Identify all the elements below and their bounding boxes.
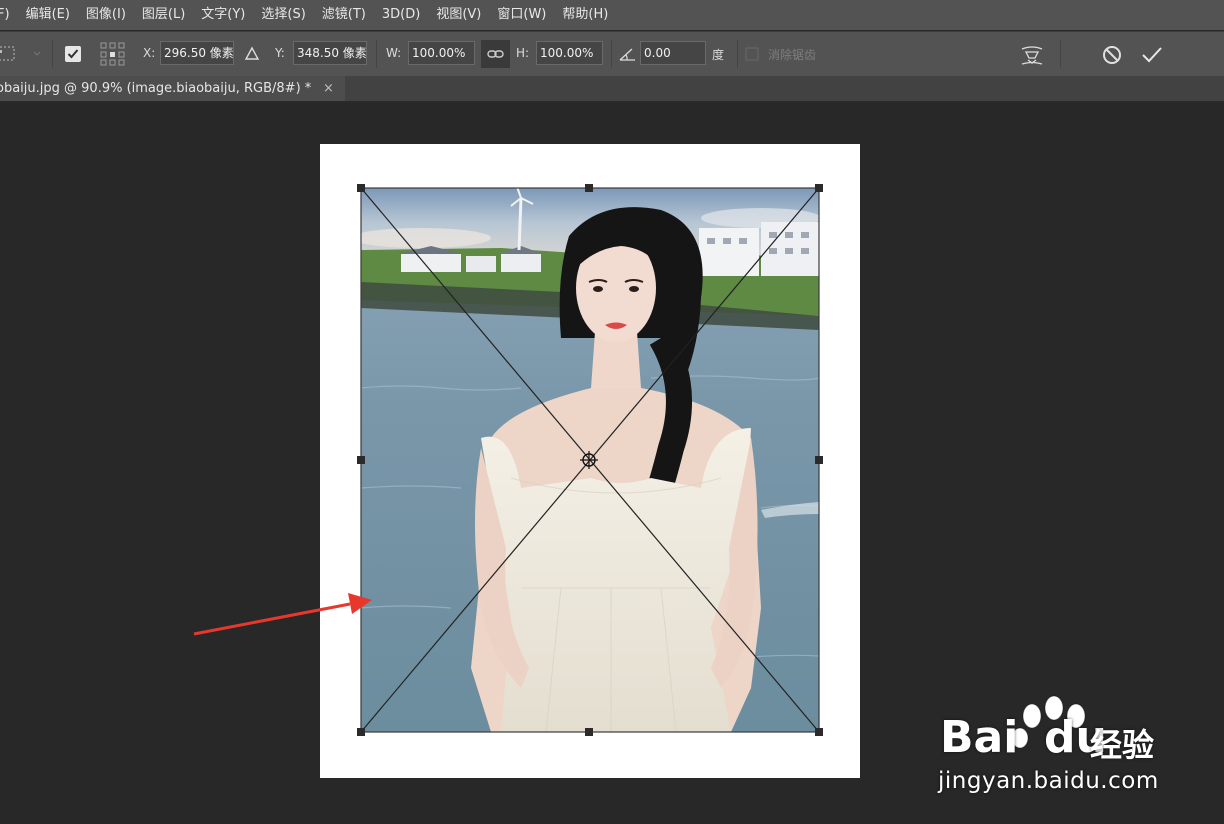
y-position-field[interactable]: 348.50 像素 <box>293 41 367 65</box>
photo-layer[interactable] <box>361 188 819 732</box>
watermark-bai: Bai <box>940 712 1019 763</box>
w-label: W: <box>386 46 402 60</box>
options-bar: X: 296.50 像素 Y: 348.50 像素 W: 100.00% H: … <box>0 31 1224 77</box>
menu-bar: F) 编辑(E) 图像(I) 图层(L) 文字(Y) 选择(S) 滤镜(T) 3… <box>0 0 1224 30</box>
angle-unit-label: 度 <box>712 48 725 62</box>
cancel-transform-icon[interactable] <box>1101 44 1123 66</box>
watermark-jingyan: 经验 <box>1090 726 1155 764</box>
commit-transform-icon[interactable] <box>1140 44 1164 66</box>
delta-icon[interactable] <box>244 46 260 62</box>
antialias-checkbox[interactable] <box>745 47 759 61</box>
reference-point-grid-icon[interactable] <box>100 42 126 66</box>
menu-help[interactable]: 帮助(H) <box>554 0 616 30</box>
width-field[interactable]: 100.00% <box>408 41 475 65</box>
close-tab-icon[interactable]: × <box>323 76 334 101</box>
document-tab-title: obaiju.jpg @ 90.9% (image.biaobaiju, RGB… <box>0 81 312 96</box>
angle-icon <box>619 48 635 61</box>
link-icon <box>487 50 504 58</box>
separator <box>52 40 53 68</box>
x-label: X: <box>143 46 156 60</box>
antialias-label: 消除锯齿 <box>768 48 817 62</box>
menu-select[interactable]: 选择(S) <box>253 0 313 30</box>
link-button[interactable] <box>481 40 510 68</box>
transform-tool-icon[interactable] <box>0 44 46 64</box>
rotation-angle-field[interactable]: 0.00 <box>640 41 706 65</box>
document-tab[interactable]: obaiju.jpg @ 90.9% (image.biaobaiju, RGB… <box>0 76 345 101</box>
menu-filter[interactable]: 滤镜(T) <box>314 0 374 30</box>
menu-edit[interactable]: 编辑(E) <box>18 0 78 30</box>
watermark-url: jingyan.baidu.com <box>938 768 1159 794</box>
menu-3d[interactable]: 3D(D) <box>374 0 428 30</box>
menu-file[interactable]: F) <box>0 0 18 30</box>
menu-image[interactable]: 图像(I) <box>78 0 134 30</box>
warp-mode-icon[interactable] <box>1019 42 1045 68</box>
separator <box>376 40 377 68</box>
document-tab-bar: obaiju.jpg @ 90.9% (image.biaobaiju, RGB… <box>0 76 1224 102</box>
menu-view[interactable]: 视图(V) <box>428 0 489 30</box>
separator <box>611 40 612 68</box>
reference-point-checkbox-icon[interactable] <box>64 45 82 63</box>
height-field[interactable]: 100.00% <box>536 41 603 65</box>
separator <box>1060 40 1061 68</box>
menu-type[interactable]: 文字(Y) <box>193 0 253 30</box>
y-label: Y: <box>275 46 285 60</box>
menu-layer[interactable]: 图层(L) <box>134 0 193 30</box>
separator <box>737 40 738 68</box>
menu-window[interactable]: 窗口(W) <box>489 0 554 30</box>
x-position-field[interactable]: 296.50 像素 <box>160 41 234 65</box>
h-label: H: <box>516 46 530 60</box>
